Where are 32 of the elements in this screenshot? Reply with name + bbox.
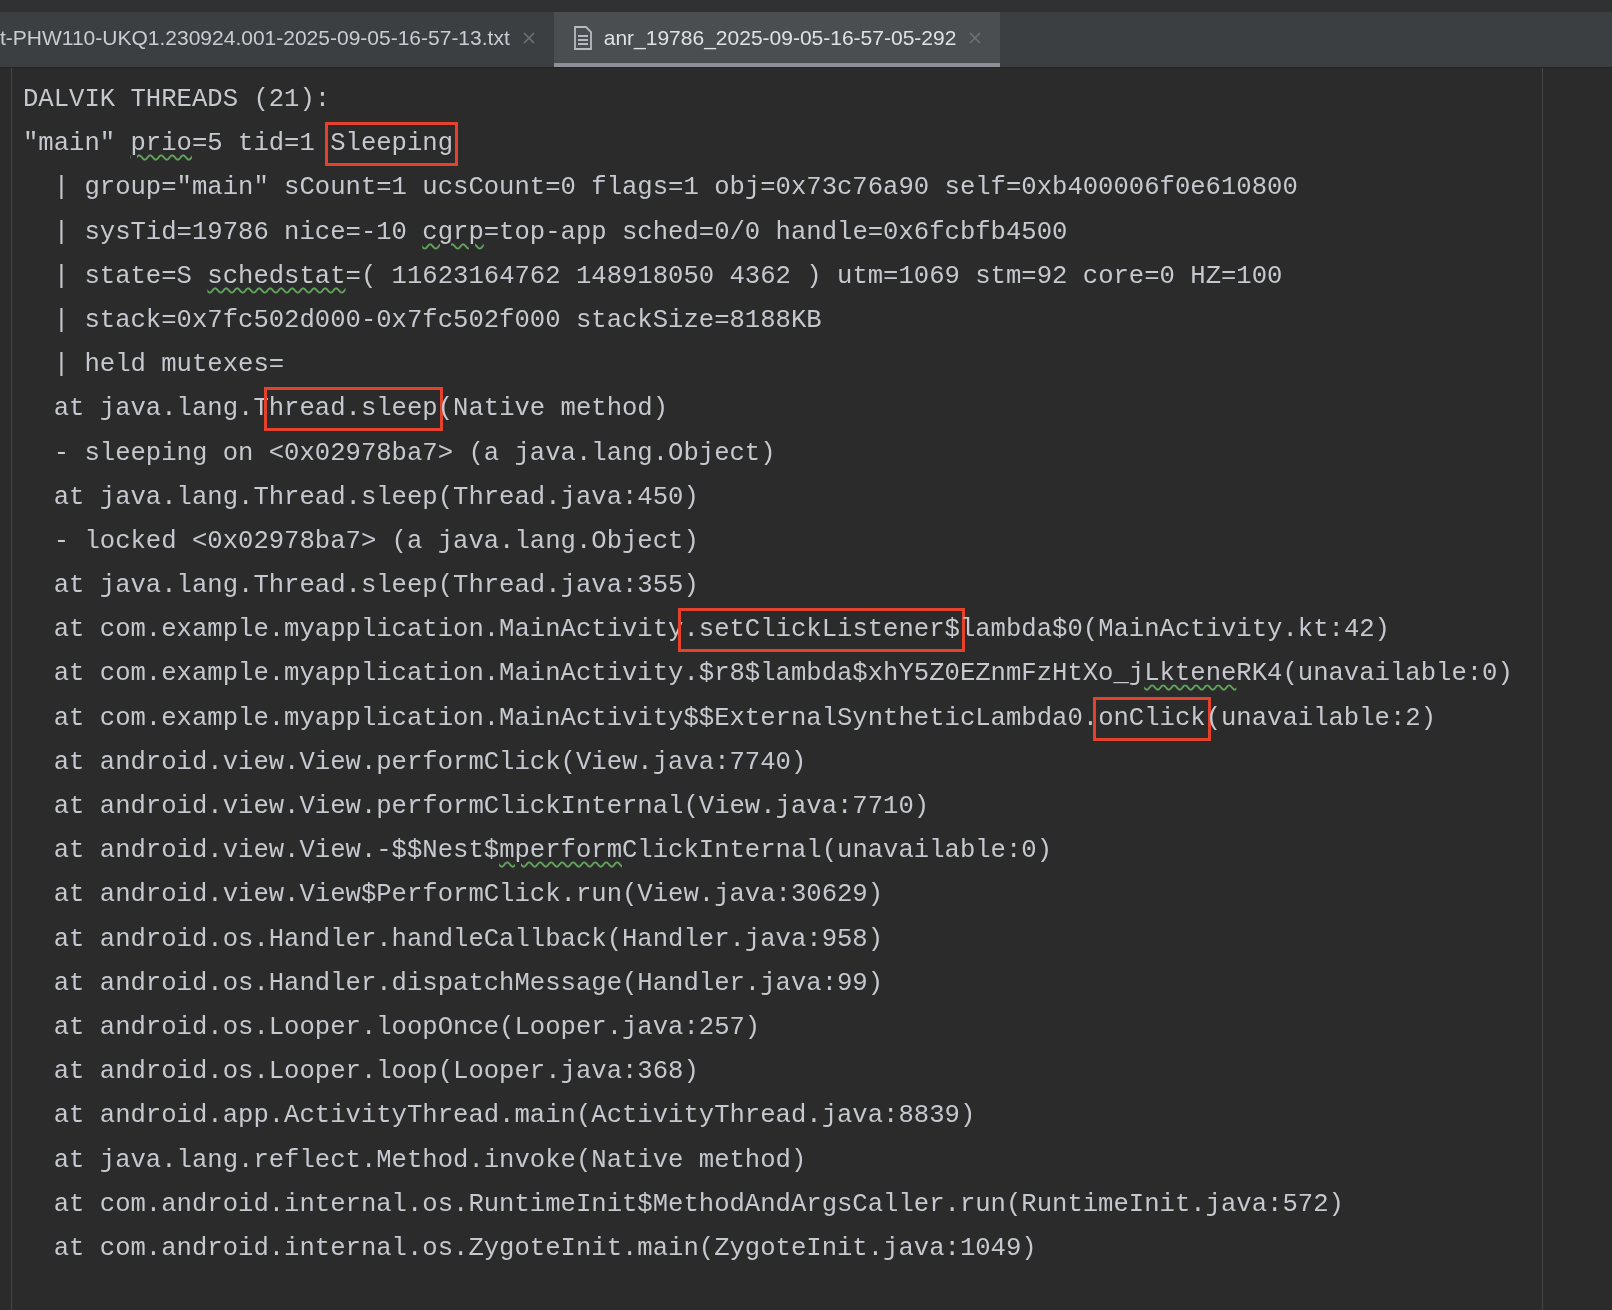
close-icon[interactable] [968, 30, 983, 45]
code-line: at android.view.View.performClick(View.java:7740) [52, 746, 808, 779]
file-tab[interactable]: anr_19786_2025-09-05-16-57-05-292 [553, 12, 1001, 67]
code-line: at android.app.ActivityThread.main(ActivityThread.java:8839) [52, 1100, 977, 1133]
code-line: at com.example.myapplication.MainActivity.$r8$lambda$xhY5Z0EZnmFzHtXo_j LkteneRK4(unavailable:0) [52, 658, 1514, 691]
close-icon[interactable] [521, 30, 536, 45]
code-line: at java.lang.reflect.Method.invoke(Native method) [52, 1144, 808, 1177]
code-line: at android.os.Looper.loop(Looper.java:368) [52, 1056, 700, 1089]
code-line: at android.view.View.-$$Nest$mperformClickInternal(unavailable:0) [52, 835, 1054, 868]
code-line: at java.lang.Thread.sleep(Thread.java:450) [52, 481, 700, 514]
code-line: at android.os.Looper.loopOnce(Looper.java:257) [52, 1011, 762, 1044]
code-line: | sysTid=19786 nice=-10 cgrp=top-app sched=0/0 handle=0x6fcbfb4500 [52, 216, 1069, 249]
code-line: - sleeping on <0x02978ba7> (a java.lang.Object) [52, 437, 777, 470]
code-line: at android.view.View$PerformClick.run(View.java:30629) [52, 879, 885, 912]
code-line: | stack=0x7fc502d000-0x7fc502f000 stackSize=8188KB [52, 304, 823, 337]
code-line: at java.lang.Thread.sleep(Thread.java:355) [52, 570, 700, 603]
code-line: | state=S schedstat=( 11623164762 148918050 4362 ) utm=1069 stm=92 core=0 HZ=100 [52, 260, 1284, 293]
code-line: at com.android.internal.os.RuntimeInit$MethodAndArgsCaller.run(RuntimeInit.java:572) [52, 1188, 1345, 1221]
file-tab[interactable]: t-PHW110-UKQ1.230924.001-2025-09-05-16-57-13.txt [0, 12, 554, 67]
code-line: DALVIK THREADS (21): [23, 84, 332, 116]
highlighted-text: onClick [1093, 696, 1211, 741]
code-text: =5 tid=1 [191, 128, 316, 161]
code-line: - locked <0x02978ba7> (a java.lang.Object) [52, 525, 700, 558]
code-line: at android.os.Handler.dispatchMessage(Handler.java:99) [52, 967, 885, 1000]
code-line: at android.os.Handler.handleCallback(Handler.java:958) [52, 923, 885, 956]
code-line: | held mutexes= [52, 349, 286, 382]
code-text: "main" [23, 128, 117, 161]
code-line: at android.view.View.performClickInternal(View.java:7710) [52, 791, 931, 823]
code-line: at com.android.internal.os.ZygoteInit.main(ZygoteInit.java:1049) [52, 1232, 1038, 1265]
code-line: | group="main" sCount=1 ucsCount=0 flags=1 obj=0x73c76a90 self=0xb400006f0e610800 [52, 172, 1299, 205]
highlighted-text: Sleeping [325, 122, 459, 167]
code-text: prio [130, 128, 192, 161]
